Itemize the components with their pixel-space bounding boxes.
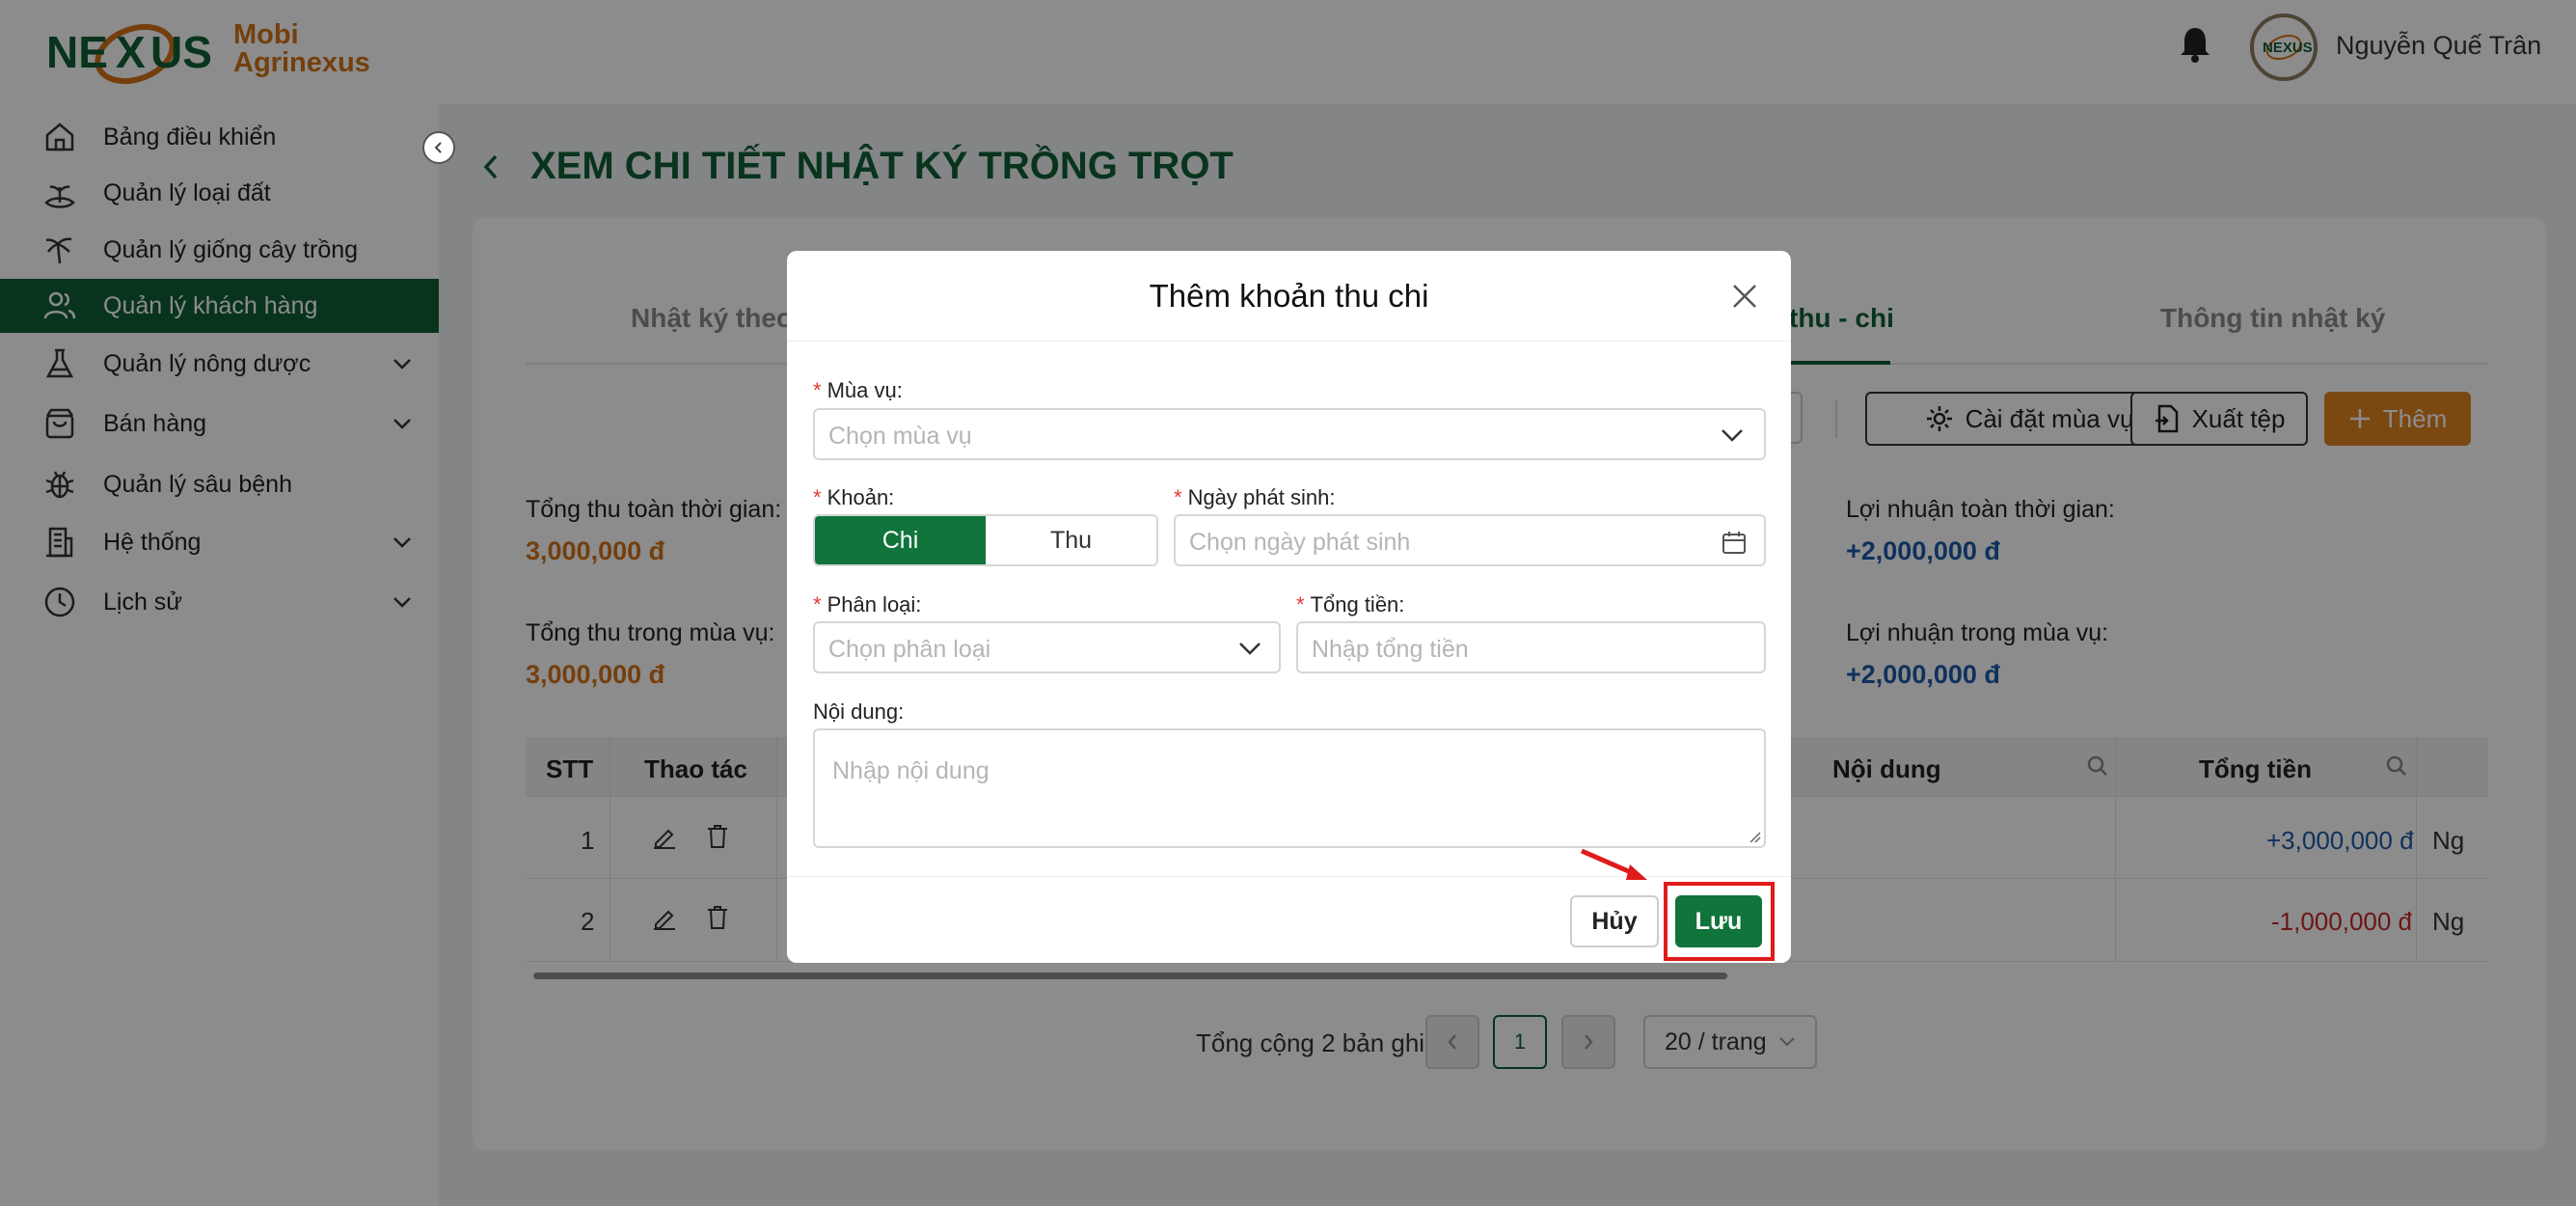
category-select[interactable]: Chọn phân loại: [813, 621, 1281, 673]
amount-label: * Tổng tiền:: [1296, 592, 1405, 617]
chevron-left-icon: [434, 142, 442, 153]
cancel-button[interactable]: Hủy: [1570, 895, 1659, 947]
category-label: * Phân loại:: [813, 592, 922, 617]
content-label: Nội dung:: [813, 699, 905, 724]
modal-footer-divider: [787, 876, 1791, 877]
modal-header-divider: [787, 341, 1791, 342]
close-icon[interactable]: [1730, 282, 1759, 311]
save-highlight-box: [1664, 882, 1775, 961]
type-label: * Khoản:: [813, 485, 895, 509]
add-transaction-modal: Thêm khoản thu chi * Mùa vụ: Chọn mùa vụ …: [787, 251, 1791, 963]
chevron-down-icon: [1722, 429, 1743, 442]
sidebar-collapse-button[interactable]: [422, 131, 455, 164]
content-textarea[interactable]: Nhập nội dung: [813, 728, 1766, 848]
date-picker[interactable]: Chọn ngày phát sinh: [1174, 514, 1766, 566]
type-toggle: Chi Thu: [813, 514, 1158, 566]
type-option-chi[interactable]: Chi: [815, 516, 986, 564]
type-option-thu[interactable]: Thu: [986, 516, 1156, 564]
calendar-icon: [1722, 532, 1746, 554]
modal-title: Thêm khoản thu chi: [1149, 278, 1429, 314]
date-label: * Ngày phát sinh:: [1174, 485, 1336, 509]
amount-input[interactable]: Nhập tổng tiền: [1296, 621, 1766, 673]
chevron-down-icon: [1239, 643, 1261, 655]
season-select[interactable]: Chọn mùa vụ: [813, 408, 1766, 460]
season-label: * Mùa vụ:: [813, 378, 903, 402]
resize-handle-icon[interactable]: [1749, 831, 1762, 844]
